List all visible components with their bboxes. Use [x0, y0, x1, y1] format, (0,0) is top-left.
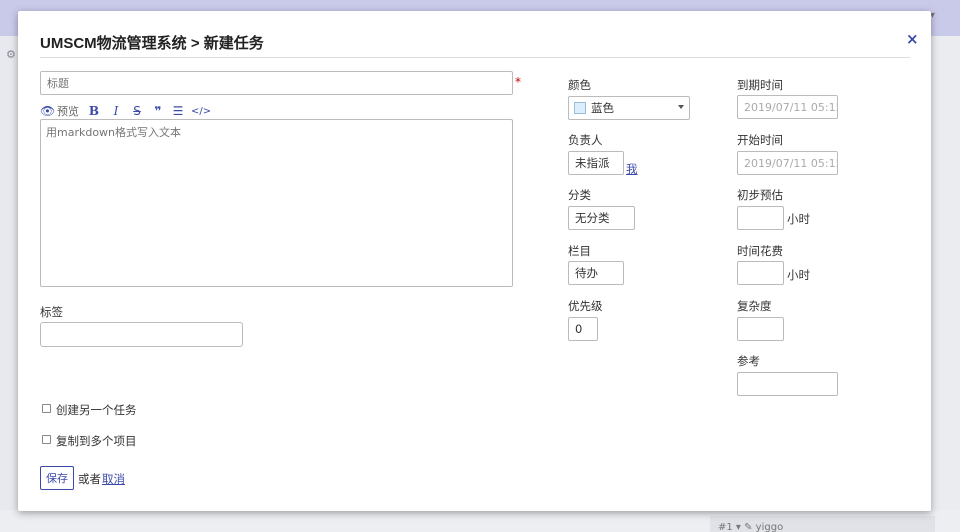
- due-date-label: 到期时间: [737, 78, 783, 92]
- editor-toolbar: 👁 预览 B I S ❞ ☰ </>: [40, 103, 211, 119]
- preview-link[interactable]: 预览: [57, 103, 79, 119]
- time-spent-input[interactable]: [737, 261, 784, 285]
- complexity-label: 复杂度: [737, 299, 772, 313]
- new-task-modal: UMSCM物流管理系统 > 新建任务 × * 👁 预览 B I S ❞ ☰ </…: [18, 11, 931, 511]
- code-icon[interactable]: </>: [191, 106, 211, 117]
- estimate-input[interactable]: [737, 206, 784, 230]
- tags-label: 标签: [40, 305, 63, 319]
- bold-icon[interactable]: B: [87, 104, 101, 118]
- assignee-label: 负责人: [568, 133, 603, 147]
- assign-to-me-link[interactable]: 我: [626, 161, 638, 177]
- background-gear-icon: ⚙: [6, 48, 16, 61]
- background-left-panel: [0, 36, 18, 532]
- color-label: 颜色: [568, 78, 591, 92]
- estimate-unit: 小时: [787, 212, 810, 226]
- color-select[interactable]: 蓝色: [568, 96, 690, 120]
- chevron-down-icon: [678, 105, 684, 109]
- start-date-input[interactable]: 2019/07/11 05:15: [737, 151, 838, 175]
- create-another-checkbox[interactable]: [42, 404, 51, 413]
- assignee-select[interactable]: 未指派: [568, 151, 624, 175]
- list-icon[interactable]: ☰: [171, 104, 185, 118]
- title-divider: [40, 57, 910, 58]
- start-date-label: 开始时间: [737, 133, 783, 147]
- italic-icon[interactable]: I: [111, 104, 121, 118]
- due-date-input[interactable]: 2019/07/11 05:15: [737, 95, 838, 119]
- background-right-panel: [930, 36, 960, 532]
- background-task-card-text: #1 ▾ ✎ yiggo: [718, 522, 784, 532]
- required-mark: *: [515, 75, 521, 89]
- close-icon[interactable]: ×: [906, 30, 919, 48]
- title-input[interactable]: [40, 71, 513, 95]
- color-swatch: [574, 102, 586, 114]
- create-another-label: 创建另一个任务: [56, 403, 137, 417]
- quote-icon[interactable]: ❞: [151, 104, 165, 118]
- reference-input[interactable]: [737, 372, 838, 396]
- save-button[interactable]: 保存: [40, 466, 74, 490]
- tags-input[interactable]: [40, 322, 243, 347]
- estimate-label: 初步预估: [737, 188, 783, 202]
- or-text: 或者: [78, 472, 101, 486]
- modal-title: UMSCM物流管理系统 > 新建任务: [40, 35, 264, 52]
- category-select[interactable]: 无分类: [568, 206, 635, 230]
- copy-to-projects-checkbox[interactable]: [42, 435, 51, 444]
- color-value: 蓝色: [591, 101, 614, 115]
- column-select[interactable]: 待办: [568, 261, 624, 285]
- priority-select[interactable]: 0: [568, 317, 598, 341]
- reference-label: 参考: [737, 354, 760, 368]
- copy-to-projects-label: 复制到多个项目: [56, 434, 137, 448]
- description-editor[interactable]: [40, 119, 513, 287]
- eye-icon[interactable]: 👁: [40, 104, 55, 118]
- column-label: 栏目: [568, 244, 591, 258]
- complexity-input[interactable]: [737, 317, 784, 341]
- category-label: 分类: [568, 188, 591, 202]
- strikethrough-icon[interactable]: S: [131, 104, 143, 118]
- time-spent-unit: 小时: [787, 268, 810, 282]
- time-spent-label: 时间花费: [737, 244, 783, 258]
- cancel-link[interactable]: 取消: [102, 471, 125, 487]
- priority-label: 优先级: [568, 299, 603, 313]
